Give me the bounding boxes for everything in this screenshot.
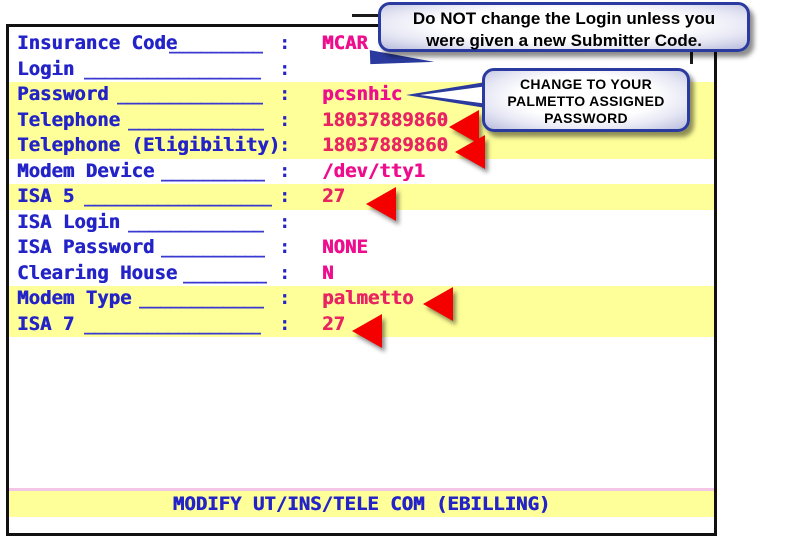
field-value[interactable]: N xyxy=(322,261,333,287)
field-row-isa-login[interactable]: ISA Login _____________ : xyxy=(9,210,714,236)
field-colon: : xyxy=(279,83,291,105)
field-colon: : xyxy=(279,159,291,182)
field-label: Clearing House xyxy=(17,261,178,284)
field-fill-line: _________________ xyxy=(84,57,262,80)
pointer-arrow-isa5-icon xyxy=(366,187,396,221)
pointer-arrow-telephone-eligibility-icon xyxy=(455,135,485,169)
field-fill-line: __________ xyxy=(161,236,266,258)
field-label: Telephone (Eligibility) xyxy=(17,134,281,156)
pointer-arrow-isa7-icon xyxy=(352,314,382,348)
field-row-modem-device[interactable]: Modem Device __________ : /dev/tty1 xyxy=(9,159,714,185)
field-fill-line: _____________ xyxy=(128,108,264,131)
field-row-modem-type[interactable]: Modem Type ____________ : palmetto xyxy=(9,286,714,312)
field-fill-line: _________ xyxy=(169,32,263,54)
field-value[interactable]: /dev/tty1 xyxy=(322,159,425,185)
field-label: Telephone xyxy=(17,108,120,131)
field-value[interactable]: 18037889860 xyxy=(322,133,448,159)
callout-password-line3: PASSWORD xyxy=(544,110,628,126)
callout-password-instruction: CHANGE TO YOUR PALMETTO ASSIGNED PASSWOR… xyxy=(482,68,690,132)
field-fill-line: ________ xyxy=(183,261,267,284)
field-value[interactable]: 18037889860 xyxy=(322,108,448,134)
callout-login-warning: Do NOT change the Login unless you were … xyxy=(378,2,750,52)
password-callout-tail-inner xyxy=(420,86,488,104)
field-colon: : xyxy=(279,287,291,309)
field-row-isa-5[interactable]: ISA 5 __________________ : 27 xyxy=(9,184,714,210)
field-label: Modem Device xyxy=(17,159,155,182)
field-value[interactable]: palmetto xyxy=(322,286,414,312)
callout-password-line2: PALMETTO ASSIGNED xyxy=(507,93,665,109)
pointer-arrow-modem-type-icon xyxy=(423,287,453,321)
field-colon: : xyxy=(279,57,291,80)
field-label: Password xyxy=(17,83,109,105)
field-label: Modem Type xyxy=(17,287,132,309)
field-colon: : xyxy=(279,236,291,258)
login-callout-left-stub xyxy=(352,14,380,17)
field-fill-line: __________________ xyxy=(84,185,272,207)
callout-password-line1: CHANGE TO YOUR xyxy=(519,76,653,92)
status-bar: MODIFY UT/INS/TELE COM (EBILLING) xyxy=(9,491,714,517)
field-fill-line: ____________ xyxy=(139,287,265,309)
field-colon: : xyxy=(279,108,291,131)
callout-login-line1: Do NOT change the Login unless you xyxy=(412,9,716,28)
callout-login-line2: were given a new Submitter Code. xyxy=(426,31,702,50)
field-fill-line: _________________ xyxy=(84,312,262,335)
field-colon: : xyxy=(279,134,291,156)
field-colon: : xyxy=(279,185,291,207)
field-label: ISA 7 xyxy=(17,312,75,335)
field-label: Login xyxy=(17,57,75,80)
field-colon: : xyxy=(279,210,291,233)
field-label: ISA 5 xyxy=(17,185,75,207)
field-row-clearing-house[interactable]: Clearing House ________ : N xyxy=(9,261,714,287)
field-value[interactable]: NONE xyxy=(322,235,368,261)
field-label: ISA Login xyxy=(17,210,120,233)
field-value[interactable]: MCAR xyxy=(322,31,368,57)
field-fill-line: __________ xyxy=(161,159,266,182)
field-colon: : xyxy=(279,261,291,284)
field-colon: : xyxy=(279,32,291,54)
field-fill-line: ______________ xyxy=(117,83,264,105)
field-row-isa-password[interactable]: ISA Password __________ : NONE xyxy=(9,235,714,261)
login-callout-bottom-stub xyxy=(690,50,693,64)
field-colon: : xyxy=(279,312,291,335)
field-label: Insurance Code xyxy=(17,32,178,54)
field-fill-line: _____________ xyxy=(128,210,264,233)
field-value[interactable]: 27 xyxy=(322,312,345,338)
field-value[interactable]: pcsnhic xyxy=(322,82,402,108)
screenshot-root: Insurance Code _________ : MCAR Login __… xyxy=(0,0,809,548)
field-value[interactable]: 27 xyxy=(322,184,345,210)
field-label: ISA Password xyxy=(17,236,155,258)
field-row-telephone-eligibility[interactable]: Telephone (Eligibility) : 18037889860 xyxy=(9,133,714,159)
